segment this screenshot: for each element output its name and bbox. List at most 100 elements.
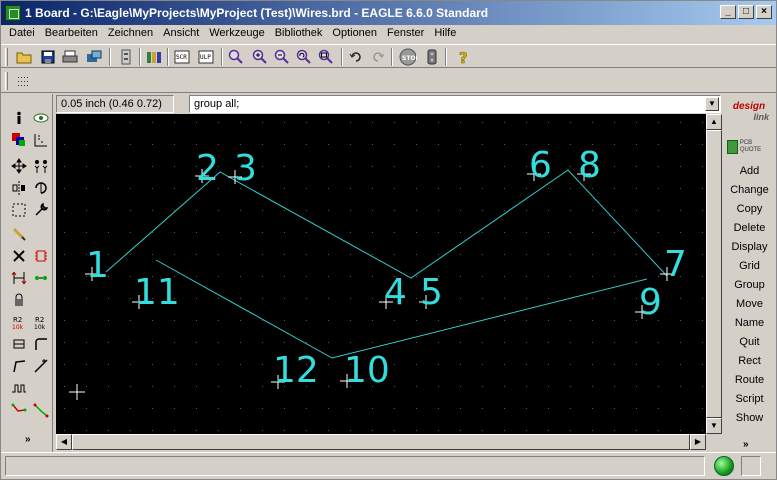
menu-ansicht[interactable]: Ansicht xyxy=(159,25,205,43)
menu-bearbeiten[interactable]: Bearbeiten xyxy=(41,25,104,43)
cmd-script[interactable]: Script xyxy=(723,390,776,409)
cmd-add[interactable]: Add xyxy=(723,162,776,181)
close-button[interactable]: × xyxy=(756,5,772,19)
delete-x-icon[interactable] xyxy=(9,246,29,266)
maximize-button[interactable]: □ xyxy=(738,5,754,19)
zoom-in-icon[interactable] xyxy=(251,48,269,66)
value-icon[interactable]: R2 10k xyxy=(31,312,51,332)
vertical-scroll-thumb[interactable] xyxy=(706,130,722,418)
library-icon[interactable] xyxy=(145,48,163,66)
cmd-show[interactable]: Show xyxy=(723,409,776,428)
scroll-down-button[interactable]: ▼ xyxy=(706,418,722,434)
menu-bibliothek[interactable]: Bibliothek xyxy=(271,25,329,43)
vertical-scrollbar[interactable]: ▲ ▼ xyxy=(706,114,722,434)
board-drawing[interactable]: 12 34 56 879101112 xyxy=(56,114,706,434)
pcb-quote-button[interactable]: PCB QUOTE xyxy=(727,138,771,156)
pin-label-8[interactable]: 8 xyxy=(578,145,601,186)
menu-optionen[interactable]: Optionen xyxy=(328,25,383,43)
expand-commands-chevron-icon[interactable]: » xyxy=(743,439,749,450)
toolbar-grip[interactable] xyxy=(5,48,8,66)
scroll-left-button[interactable]: ◀ xyxy=(56,434,72,450)
expand-tools-chevron-icon[interactable]: » xyxy=(25,434,31,445)
cmd-rect[interactable]: Rect xyxy=(723,352,776,371)
rotate-icon[interactable] xyxy=(31,178,51,198)
lock-icon[interactable] xyxy=(9,290,29,310)
replace-icon[interactable] xyxy=(31,268,51,288)
mark-icon[interactable] xyxy=(31,130,51,150)
scroll-right-button[interactable]: ▶ xyxy=(690,434,706,450)
cmd-grid[interactable]: Grid xyxy=(723,257,776,276)
show-eye-icon[interactable] xyxy=(31,108,51,128)
copy-icon[interactable] xyxy=(31,156,51,176)
move-icon[interactable] xyxy=(9,156,29,176)
menu-hilfe[interactable]: Hilfe xyxy=(430,25,462,43)
zoom-fit-icon[interactable] xyxy=(227,48,245,66)
group-select-icon[interactable] xyxy=(9,200,29,220)
minimize-button[interactable]: _ xyxy=(720,5,736,19)
scroll-up-button[interactable]: ▲ xyxy=(706,114,722,130)
print-icon[interactable] xyxy=(61,48,79,66)
ripup-icon[interactable] xyxy=(9,400,29,420)
change-wrench-icon[interactable] xyxy=(31,200,51,220)
pin-label-10[interactable]: 10 xyxy=(344,350,390,391)
cmd-copy[interactable]: Copy xyxy=(723,200,776,219)
open-folder-icon[interactable] xyxy=(15,48,33,66)
cmd-delete[interactable]: Delete xyxy=(723,219,776,238)
smash-icon[interactable]: R2 10k xyxy=(9,312,29,332)
horizontal-scroll-thumb[interactable] xyxy=(72,434,690,450)
pin-label-3[interactable]: 3 xyxy=(234,148,257,189)
split-icon[interactable] xyxy=(9,334,29,354)
toolbar-grip[interactable] xyxy=(5,72,8,90)
menu-fenster[interactable]: Fenster xyxy=(383,25,430,43)
designlink-logo[interactable]: design link xyxy=(725,102,773,128)
meander-icon[interactable] xyxy=(9,378,29,398)
command-history-dropdown[interactable]: ▼ xyxy=(705,97,719,111)
undo-icon[interactable] xyxy=(347,48,365,66)
cmd-quit[interactable]: Quit xyxy=(723,333,776,352)
go-icon[interactable] xyxy=(423,48,441,66)
cmd-change[interactable]: Change xyxy=(723,181,776,200)
save-icon[interactable] xyxy=(39,48,57,66)
grid-dots-icon[interactable] xyxy=(15,72,33,90)
cmd-group[interactable]: Group xyxy=(723,276,776,295)
cmd-route[interactable]: Route xyxy=(723,371,776,390)
menu-datei[interactable]: Datei xyxy=(5,25,41,43)
wire-icon[interactable] xyxy=(9,356,29,376)
info-icon[interactable] xyxy=(9,108,29,128)
stop-icon[interactable]: STOP xyxy=(399,48,417,66)
pin-label-6[interactable]: 6 xyxy=(529,145,552,186)
miter-icon[interactable] xyxy=(31,334,51,354)
pin-label-12[interactable]: 12 xyxy=(273,350,319,391)
pin-label-11[interactable]: 11 xyxy=(134,272,180,313)
zoom-select-icon[interactable] xyxy=(317,48,335,66)
pin-label-4[interactable]: 4 xyxy=(384,272,407,313)
zoom-redraw-icon[interactable] xyxy=(295,48,313,66)
add-part-icon[interactable] xyxy=(31,246,51,266)
script-icon[interactable]: SCR xyxy=(173,48,191,66)
command-line-input[interactable]: group all; ▼ xyxy=(189,95,721,113)
pinswap-icon[interactable] xyxy=(9,268,29,288)
zoom-out-icon[interactable] xyxy=(273,48,291,66)
cmd-move[interactable]: Move xyxy=(723,295,776,314)
mirror-icon[interactable] xyxy=(9,178,29,198)
cam-processor-icon[interactable] xyxy=(85,48,103,66)
autorouter-icon[interactable] xyxy=(31,400,51,420)
pin-label-7[interactable]: 7 xyxy=(664,244,687,285)
pin-label-2[interactable]: 2 xyxy=(196,148,219,189)
run-ulp-icon[interactable]: ULP xyxy=(197,48,215,66)
route-icon[interactable] xyxy=(31,356,51,376)
svg-text:10k: 10k xyxy=(34,324,46,330)
pin-label-9[interactable]: 9 xyxy=(639,282,662,323)
horizontal-scrollbar[interactable]: ◀ ▶ xyxy=(56,434,706,450)
board-canvas[interactable]: 1 2 3 4 5 6 8 7 9 10 11 12 xyxy=(56,114,706,434)
menu-zeichnen[interactable]: Zeichnen xyxy=(104,25,159,43)
cmd-name[interactable]: Name xyxy=(723,314,776,333)
board-switch-icon[interactable] xyxy=(117,48,135,66)
paste-icon[interactable] xyxy=(9,224,29,244)
help-icon[interactable]: ? xyxy=(455,48,473,66)
display-layers-icon[interactable] xyxy=(9,130,29,150)
pin-label-1[interactable]: 1 xyxy=(86,245,109,286)
menu-werkzeuge[interactable]: Werkzeuge xyxy=(205,25,270,43)
cmd-display[interactable]: Display xyxy=(723,238,776,257)
pin-label-5[interactable]: 5 xyxy=(420,272,443,313)
